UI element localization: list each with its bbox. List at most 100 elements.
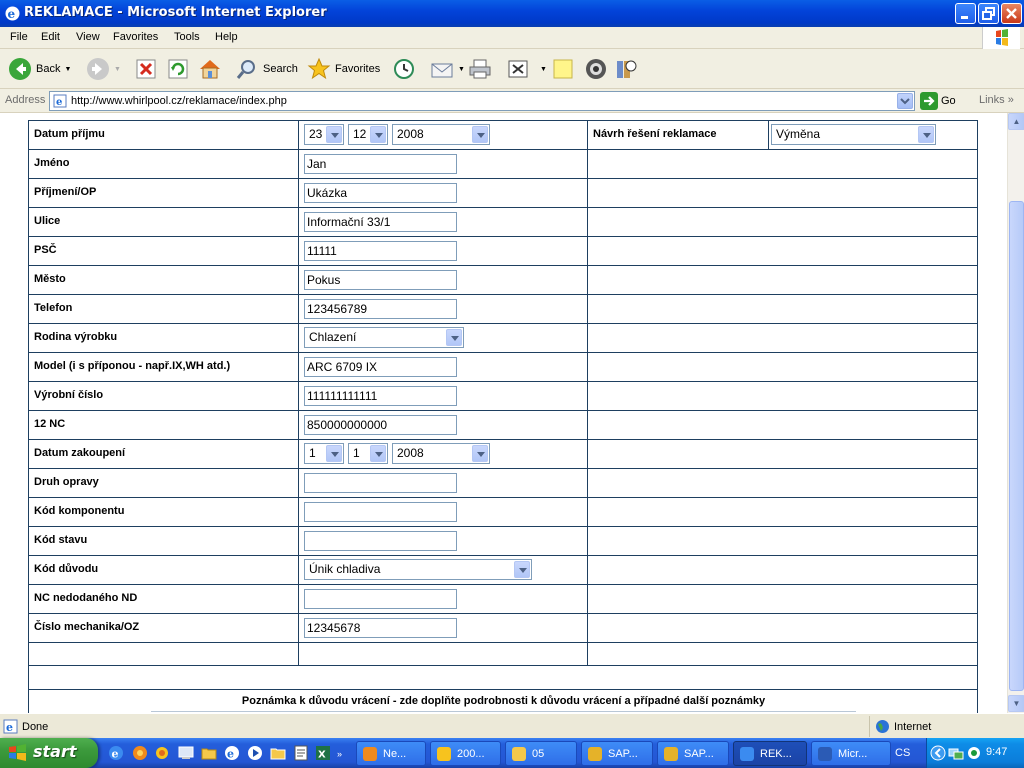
go-button[interactable]: Go	[920, 92, 956, 110]
messenger-button[interactable]	[584, 55, 608, 83]
menu-help[interactable]: Help	[215, 31, 238, 43]
network-icon[interactable]	[948, 745, 964, 761]
research-icon	[617, 60, 637, 78]
text-input[interactable]: Informační 33/1	[304, 212, 457, 232]
form-row: Příjmení/OP Ukázka	[29, 178, 978, 207]
taskbar-button[interactable]: Micr...	[811, 741, 891, 766]
vertical-scrollbar[interactable]: ▲ ▼	[1007, 113, 1024, 713]
day-select[interactable]: 23	[304, 124, 344, 145]
back-dropdown-icon[interactable]: ▼	[64, 66, 71, 73]
text-input[interactable]: Pokus	[304, 270, 457, 290]
menu-favorites[interactable]: Favorites	[113, 31, 158, 43]
mail-button[interactable]: ▼	[430, 55, 465, 83]
text-input[interactable]: 850000000000	[304, 415, 457, 435]
text-input[interactable]: Jan	[304, 154, 457, 174]
field-label: Město	[34, 273, 66, 285]
taskbar-button[interactable]: Ne...	[356, 741, 426, 766]
year-select[interactable]: 2008	[392, 124, 490, 145]
start-label: start	[33, 742, 77, 761]
mail-dropdown-icon[interactable]: ▼	[458, 66, 465, 73]
chevron-down-icon[interactable]	[370, 445, 386, 462]
text-input[interactable]: 111111111111	[304, 386, 457, 406]
scroll-up-button[interactable]: ▲	[1008, 113, 1024, 130]
taskbar-button-label: Ne...	[383, 747, 407, 760]
refresh-button[interactable]	[166, 55, 190, 83]
close-button[interactable]	[1001, 3, 1022, 24]
address-input[interactable]: e http://www.whirlpool.cz/reklamace/inde…	[49, 91, 915, 111]
text-input[interactable]: Ukázka	[304, 183, 457, 203]
scroll-thumb[interactable]	[1009, 201, 1024, 691]
tray-app-icon[interactable]	[966, 745, 982, 761]
language-indicator[interactable]: CS	[895, 747, 910, 759]
month-select[interactable]: 12	[348, 124, 388, 145]
address-dropdown-button[interactable]	[897, 93, 913, 109]
taskbar-button[interactable]: 200...	[430, 741, 501, 766]
day-select[interactable]: 1	[304, 443, 344, 464]
edit-button[interactable]: ▼	[506, 55, 547, 83]
field-value-cell: 23 12 2008	[299, 121, 588, 149]
quicklaunch-app-icon[interactable]	[154, 745, 170, 761]
month-select[interactable]: 1	[348, 443, 388, 464]
quicklaunch-media-icon[interactable]	[247, 745, 263, 761]
quicklaunch-ie-icon[interactable]: e	[108, 745, 124, 761]
links-button[interactable]: Links »	[979, 94, 1014, 106]
history-button[interactable]	[392, 55, 416, 83]
favorites-button[interactable]: Favorites	[307, 55, 380, 83]
text-input[interactable]	[304, 589, 457, 609]
restore-button[interactable]	[978, 3, 999, 24]
select-dropdown[interactable]: Chlazení	[304, 327, 464, 348]
quicklaunch-more-icon[interactable]: »	[337, 749, 342, 759]
minimize-button[interactable]	[955, 3, 976, 24]
stop-button[interactable]	[134, 55, 158, 83]
quicklaunch-explorer-icon[interactable]	[270, 745, 286, 761]
field-label-cell: Rodina výrobku	[29, 324, 299, 352]
forward-button[interactable]: ▼	[86, 55, 121, 83]
back-button[interactable]: Back ▼	[8, 55, 71, 83]
start-button[interactable]: start	[0, 738, 98, 768]
chevron-down-icon[interactable]	[514, 561, 530, 578]
discuss-button[interactable]	[551, 55, 575, 83]
menu-edit[interactable]: Edit	[41, 31, 60, 43]
quicklaunch-notepad-icon[interactable]	[293, 745, 309, 761]
chevron-down-icon[interactable]	[446, 329, 462, 346]
quicklaunch-desktop-icon[interactable]	[178, 745, 194, 761]
forward-dropdown-icon[interactable]: ▼	[114, 66, 121, 73]
menu-tools[interactable]: Tools	[174, 31, 200, 43]
form-row: Ulice Informační 33/1	[29, 207, 978, 236]
quicklaunch-folder-icon[interactable]	[201, 745, 217, 761]
text-input[interactable]	[304, 502, 457, 522]
text-input[interactable]: 12345678	[304, 618, 457, 638]
text-input[interactable]	[304, 531, 457, 551]
chevron-down-icon[interactable]	[918, 126, 934, 143]
home-button[interactable]	[198, 55, 222, 83]
chevron-down-icon[interactable]	[326, 126, 342, 143]
taskbar-button[interactable]: SAP...	[581, 741, 653, 766]
quicklaunch-excel-icon[interactable]: X	[315, 745, 331, 761]
print-button[interactable]	[468, 55, 492, 83]
chevron-down-icon[interactable]	[326, 445, 342, 462]
menu-view[interactable]: View	[76, 31, 100, 43]
chevron-down-icon[interactable]	[472, 445, 488, 462]
chevron-down-icon[interactable]	[472, 126, 488, 143]
title-bar[interactable]: e REKLAMACE - Microsoft Internet Explore…	[0, 0, 1024, 27]
field-value-cell: 123456789	[299, 295, 588, 323]
text-input[interactable]	[304, 473, 457, 493]
taskbar-button[interactable]: SAP...	[657, 741, 729, 766]
edit-dropdown-icon[interactable]: ▼	[540, 66, 547, 73]
select-dropdown[interactable]: Únik chladiva	[304, 559, 532, 580]
text-input[interactable]: ARC 6709 IX	[304, 357, 457, 377]
text-input[interactable]: 11111	[304, 241, 457, 261]
quicklaunch-ie2-icon[interactable]: e	[224, 745, 240, 761]
search-button[interactable]: Search	[235, 55, 298, 83]
taskbar-button[interactable]: 05	[505, 741, 577, 766]
text-input[interactable]: 123456789	[304, 299, 457, 319]
chevron-down-icon[interactable]	[370, 126, 386, 143]
year-select[interactable]: 2008	[392, 443, 490, 464]
taskbar-button[interactable]: REK...	[733, 741, 807, 766]
quicklaunch-browser-icon[interactable]	[132, 745, 148, 761]
resolution-select[interactable]: Výměna	[771, 124, 936, 145]
tray-expand-icon[interactable]	[930, 745, 946, 761]
menu-file[interactable]: File	[10, 31, 28, 43]
research-button[interactable]	[614, 55, 638, 83]
scroll-down-button[interactable]: ▼	[1008, 695, 1024, 712]
